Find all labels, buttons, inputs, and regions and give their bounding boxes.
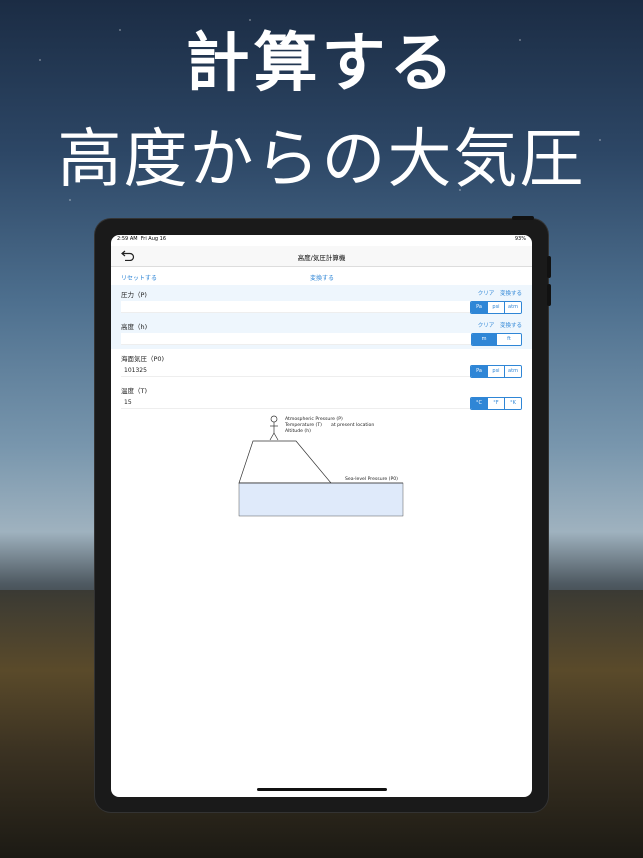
altitude-convert-link[interactable]: 変換する [500,323,522,329]
temperature-input[interactable]: 15 [121,397,471,409]
temperature-diagram-label: Temperature (T) [284,422,322,428]
unit-celsius[interactable]: °C [471,398,487,409]
mountain-shape [238,440,332,484]
pressure-label: 圧力（P) [121,291,147,299]
atmospheric-pressure-label: Atmospheric Pressure (P) [285,416,343,422]
app-screen: 2:59 AM Fri Aug 16 93% 高度/気圧計算機 リセットする 変… [111,235,532,797]
altitude-label: 高度（h) [121,323,148,331]
reset-button[interactable]: リセットする [121,273,157,282]
unit-psi[interactable]: psi [487,366,504,377]
sea-area [238,482,404,517]
altitude-unit-segmented[interactable]: m ft [471,333,522,346]
sea-level-pressure-label: Sea-level Pressure (P0) [345,476,398,482]
altitude-clear-link[interactable]: クリア [478,323,495,329]
person-head-icon [270,415,278,423]
status-time-date: 2:59 AM Fri Aug 16 [117,236,167,242]
page-title: 高度/気圧計算機 [297,254,346,262]
person-figure-icon [269,422,279,441]
pressure-unit-segmented[interactable]: Pa psi atm [470,301,522,314]
status-bar: 2:59 AM Fri Aug 16 93% [111,235,532,246]
pressure-section: 圧力（P) クリア 変換する Pa psi atm [111,285,532,317]
unit-atm[interactable]: atm [504,366,521,377]
unit-pa[interactable]: Pa [471,366,487,377]
temperature-label: 温度（T) [121,387,148,395]
pressure-clear-link[interactable]: クリア [478,291,495,297]
unit-kelvin[interactable]: °K [504,398,521,409]
sea-level-input[interactable]: 101325 [121,365,471,377]
altitude-diagram-label: Altitude (h) [285,428,311,434]
promo-subheadline: 高度からの大気圧 [57,123,586,197]
promo-headline: 計算する [185,27,458,101]
ipad-volume-down [547,284,551,306]
altitude-section: 高度（h) クリア 変換する m ft [111,317,532,349]
unit-psi[interactable]: psi [487,302,504,313]
ipad-top-button [512,216,534,220]
unit-ft[interactable]: ft [496,334,521,345]
pressure-convert-link[interactable]: 変換する [500,291,522,297]
sea-level-section: 海面気圧（P0) 101325 Pa psi atm [111,349,532,381]
unit-atm[interactable]: atm [504,302,521,313]
sea-level-unit-segmented[interactable]: Pa psi atm [470,365,522,378]
pressure-input[interactable] [121,301,471,313]
nav-bar: 高度/気圧計算機 [111,246,532,267]
present-location-label: at present location [331,422,374,428]
sea-level-label: 海面気圧（P0) [121,355,165,363]
toolbar: リセットする 変換する [111,267,532,285]
temperature-section: 温度（T) 15 °C °F °K [111,381,532,413]
unit-fahrenheit[interactable]: °F [487,398,504,409]
ipad-volume-up [547,256,551,278]
altitude-input[interactable] [121,333,471,345]
altitude-diagram: Atmospheric Pressure (P) Temperature (T)… [238,415,404,517]
temperature-unit-segmented[interactable]: °C °F °K [470,397,522,410]
unit-pa[interactable]: Pa [471,302,487,313]
unit-m[interactable]: m [472,334,496,345]
convert-button[interactable]: 変換する [310,273,334,282]
home-indicator[interactable] [257,788,387,791]
status-battery: 93% [514,236,526,242]
